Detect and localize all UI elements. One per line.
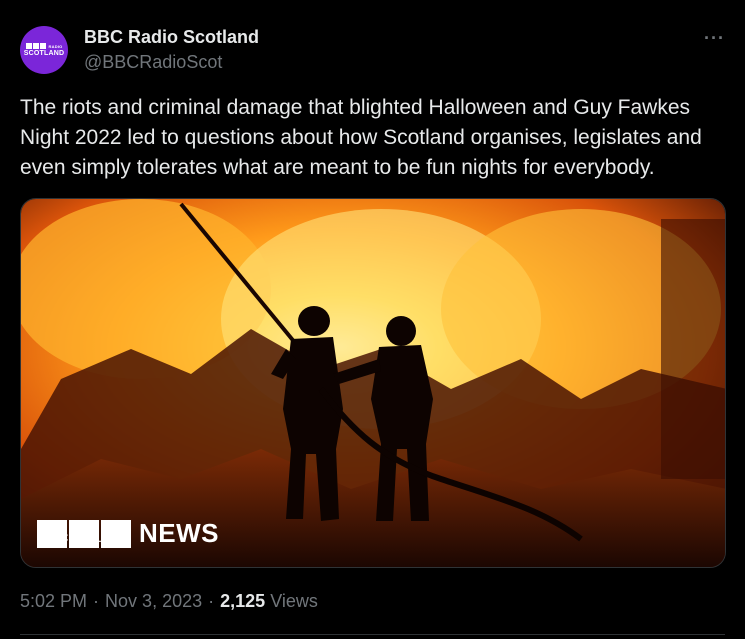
tweet-media-image[interactable]: NEWS bbc.co.uk xyxy=(20,198,726,568)
tweet-time[interactable]: 5:02 PM xyxy=(20,591,87,612)
tweet-meta: 5:02 PM · Nov 3, 2023 · 2,125 Views xyxy=(20,591,318,612)
tweet-date[interactable]: Nov 3, 2023 xyxy=(105,591,202,612)
divider xyxy=(20,634,725,635)
tweet-text: The riots and criminal damage that bligh… xyxy=(20,96,702,179)
more-horizontal-icon[interactable]: ··· xyxy=(704,28,725,49)
avatar-bbc-logo: RADIO xyxy=(25,43,63,49)
author-name[interactable]: BBC Radio Scotland xyxy=(84,27,259,48)
watermark-url: bbc.co.uk xyxy=(41,527,114,546)
views-count: 2,125 xyxy=(220,591,266,611)
views-label: Views xyxy=(270,591,318,611)
meta-separator: · xyxy=(93,591,100,611)
author-handle[interactable]: @BBCRadioScot xyxy=(84,52,222,73)
fire-scene-image xyxy=(21,199,725,567)
avatar-region: SCOTLAND xyxy=(23,50,65,57)
author-avatar[interactable]: RADIO SCOTLAND xyxy=(20,26,68,74)
meta-separator: · xyxy=(208,591,215,611)
